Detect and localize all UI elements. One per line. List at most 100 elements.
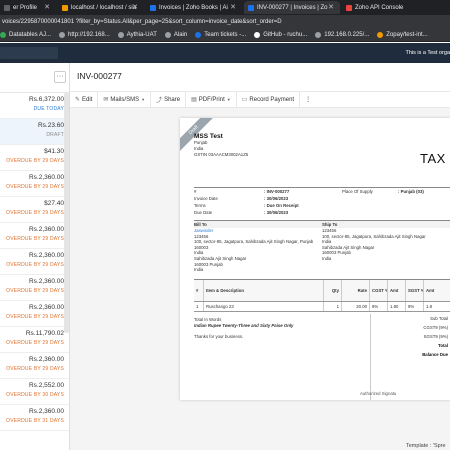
record-label: Record Payment — [249, 96, 295, 103]
scrollbar[interactable] — [64, 93, 69, 333]
subtotal-label: Sub Total — [430, 316, 448, 321]
invoice-amount: Rs.2,552.00 — [28, 382, 64, 389]
sgst-label: SGST9 (9%) — [423, 334, 448, 339]
pdf-icon: ▤ — [191, 97, 197, 103]
bookmarks-bar: Datatables AJ... http://192.168... Aythi… — [0, 29, 450, 42]
meta-value: : Punjab (03) — [398, 189, 424, 194]
table-cell: Ruschango 23 — [204, 302, 324, 311]
invoice-amount: Rs.2,360.00 — [28, 226, 64, 233]
list-item[interactable]: Rs.2,360.00 OVERDUE BY 29 DAYS — [0, 171, 69, 197]
browser-tab[interactable]: Invoices | Zoho Books | Ai ✕ — [146, 1, 242, 14]
list-item[interactable]: Rs.2,360.00 OVERDUE BY 29 DAYS — [0, 301, 69, 327]
totals-summary: Sub Total CGST9 (9%) SGST9 (9%) Total Ba… — [370, 314, 450, 400]
tab-label: Invoices | Zoho Books | Ai — [159, 4, 228, 11]
invoice-meta: # : INV-000277 Place Of Supply : Punjab … — [194, 187, 450, 216]
tab-close-icon[interactable]: ✕ — [230, 3, 236, 11]
table-cell: 20.00 — [342, 302, 370, 311]
list-item[interactable]: Rs.2,360.00 OVERDUE BY 29 DAYS — [0, 353, 69, 379]
status-badge: OVERDUE BY 29 DAYS — [6, 366, 64, 372]
invoice-content: MSS Test Punjab India GSTIN 03AAACM3002A… — [194, 133, 450, 400]
meta-label: Place Of Supply — [342, 189, 373, 194]
mail-sms-button[interactable]: ✉ Mails/SMS ▼ — [98, 91, 152, 108]
cgst-label: CGST9 (9%) — [423, 325, 448, 330]
bookmark-item[interactable]: 192.168.0.225/... — [315, 32, 369, 38]
total-label: Total — [438, 343, 448, 348]
globe-icon — [117, 32, 124, 38]
ship-to-address: 123456 100, sector-85, Jagatpura, Sahibz… — [322, 228, 450, 273]
bookmark-item[interactable]: Datatables AJ... — [0, 32, 51, 38]
browser-tab[interactable]: localhost / localhost / sia ✕ — [58, 1, 144, 14]
column-header: Amt — [388, 280, 406, 301]
chevron-down-icon: ▼ — [226, 97, 231, 102]
invoice-amount: Rs.2,360.00 — [28, 174, 64, 181]
table-header: # Item & Description Qty Rate CGST % Amt… — [194, 280, 450, 302]
bookmark-item[interactable]: Aythia-UAT — [117, 32, 157, 38]
list-item[interactable]: Rs.2,360.00 OVERDUE BY 29 DAYS — [0, 249, 69, 275]
invoice-amount: Rs.2,360.00 — [28, 408, 64, 415]
browser-tabstrip: er Profile ✕ localhost / localhost / sia… — [0, 0, 450, 15]
status-badge: OVERDUE BY 29 DAYS — [6, 262, 64, 268]
column-header: Rate — [342, 280, 370, 301]
list-item[interactable]: Rs.2,552.00 OVERDUE BY 30 DAYS — [0, 379, 69, 405]
invoice-list-pane: ··· Rs.6,372.00 DUE TODAY Rs.23.60 DRAFT $41… — [0, 63, 70, 450]
chevron-down-icon: ▼ — [141, 97, 146, 102]
list-item[interactable]: Rs.2,360.00 OVERDUE BY 29 DAYS — [0, 275, 69, 301]
browser-tab[interactable]: er Profile ✕ — [0, 1, 56, 14]
tab-label: INV-000277 | Invoices | Zo — [257, 4, 328, 11]
list-item[interactable]: $41.30 OVERDUE BY 29 DAYS — [0, 145, 69, 171]
invoice-preview: Draft MSS Test Punjab India GSTIN 03AAAC… — [70, 108, 450, 450]
list-item[interactable]: Rs.2,360.00 OVERDUE BY 29 DAYS — [0, 223, 69, 249]
list-item[interactable]: Rs.6,372.00 DUE TODAY — [0, 93, 69, 119]
meta-row: Due Date : 30/06/2023 — [194, 209, 450, 216]
browser-tab-active[interactable]: INV-000277 | Invoices | Zo ✕ — [244, 1, 340, 14]
test-org-notice: This is a Test orga — [405, 50, 450, 56]
words-value: Indian Rupee Twenty-Three and Sixty Pais… — [194, 323, 294, 328]
address-bar[interactable]: voices/2295870000041801 ?filter_by=Statu… — [0, 15, 450, 29]
tab-close-icon[interactable]: ✕ — [44, 3, 50, 11]
mail-icon: ✉ — [103, 97, 109, 103]
bookmark-item[interactable]: GitHub - ruchu... — [254, 32, 307, 38]
meta-value: : 30/06/2023 — [264, 196, 289, 201]
template-label[interactable]: Template : 'Spre — [406, 443, 446, 449]
document-title: TAX INVOICE — [420, 151, 450, 166]
status-badge: OVERDUE BY 31 DAYS — [6, 418, 64, 424]
list-item[interactable]: Rs.2,360.00 OVERDUE BY 31 DAYS — [0, 405, 69, 431]
pencil-icon: ✎ — [75, 97, 81, 103]
table-row: 1 Ruschango 23 1 20.00 9% 1.80 9% 1.8 — [194, 302, 450, 312]
invoice-amount: Rs.6,372.00 — [28, 96, 64, 103]
table-cell: 1.8 — [426, 304, 432, 309]
tab-favicon-icon — [248, 4, 254, 11]
list-item[interactable]: $27.40 OVERDUE BY 29 DAYS — [0, 197, 69, 223]
bookmark-item[interactable]: Alain — [164, 32, 187, 38]
bookmark-item[interactable]: Team tickets -... — [195, 32, 246, 38]
bookmark-item[interactable]: Zopay/test-int... — [377, 32, 428, 38]
bookmark-label: http://192.168... — [68, 32, 110, 38]
invoice-detail: INV-000277 ✎ Edit ✉ Mails/SMS ▼ ⤴ Share ▤ PDF… — [70, 63, 450, 450]
bookmark-item[interactable]: http://192.168... — [59, 32, 110, 38]
github-icon — [254, 32, 261, 38]
more-options-button[interactable]: ··· — [54, 71, 66, 83]
invoice-amount: Rs.2,360.00 — [28, 252, 64, 259]
share-button[interactable]: ⤴ Share — [151, 91, 187, 108]
mail-label: Mails/SMS — [110, 96, 140, 103]
bookmark-label: 192.168.0.225/... — [324, 32, 370, 38]
meta-value: : 30/06/2023 — [264, 210, 289, 215]
tab-close-icon[interactable]: ✕ — [132, 3, 138, 11]
status-badge: OVERDUE BY 29 DAYS — [6, 288, 64, 294]
invoice-amount: Rs.11,790.02 — [25, 330, 64, 337]
more-actions-button[interactable]: ⋮ — [300, 91, 316, 108]
list-item[interactable]: Rs.23.60 DRAFT — [0, 119, 69, 145]
invoice-amount: Rs.2,360.00 — [28, 356, 64, 363]
status-badge: OVERDUE BY 29 DAYS — [6, 340, 64, 346]
tab-close-icon[interactable]: ✕ — [328, 3, 334, 11]
search-input[interactable] — [0, 47, 58, 59]
status-badge: OVERDUE BY 29 DAYS — [6, 184, 64, 190]
invoice-paper: Draft MSS Test Punjab India GSTIN 03AAAC… — [180, 118, 450, 400]
invoice-list: Rs.6,372.00 DUE TODAY Rs.23.60 DRAFT $41.30 O… — [0, 93, 69, 431]
edit-button[interactable]: ✎ Edit — [70, 91, 99, 108]
browser-tab[interactable]: Zoho API Console — [342, 1, 450, 14]
list-item[interactable]: Rs.11,790.02 OVERDUE BY 29 DAYS — [0, 327, 69, 353]
record-payment-button[interactable]: ▭ Record Payment — [237, 91, 301, 108]
total-in-words: Total In Words Indian Rupee Twenty-Three… — [194, 317, 354, 340]
pdf-print-button[interactable]: ▤ PDF/Print ▼ — [186, 91, 237, 108]
